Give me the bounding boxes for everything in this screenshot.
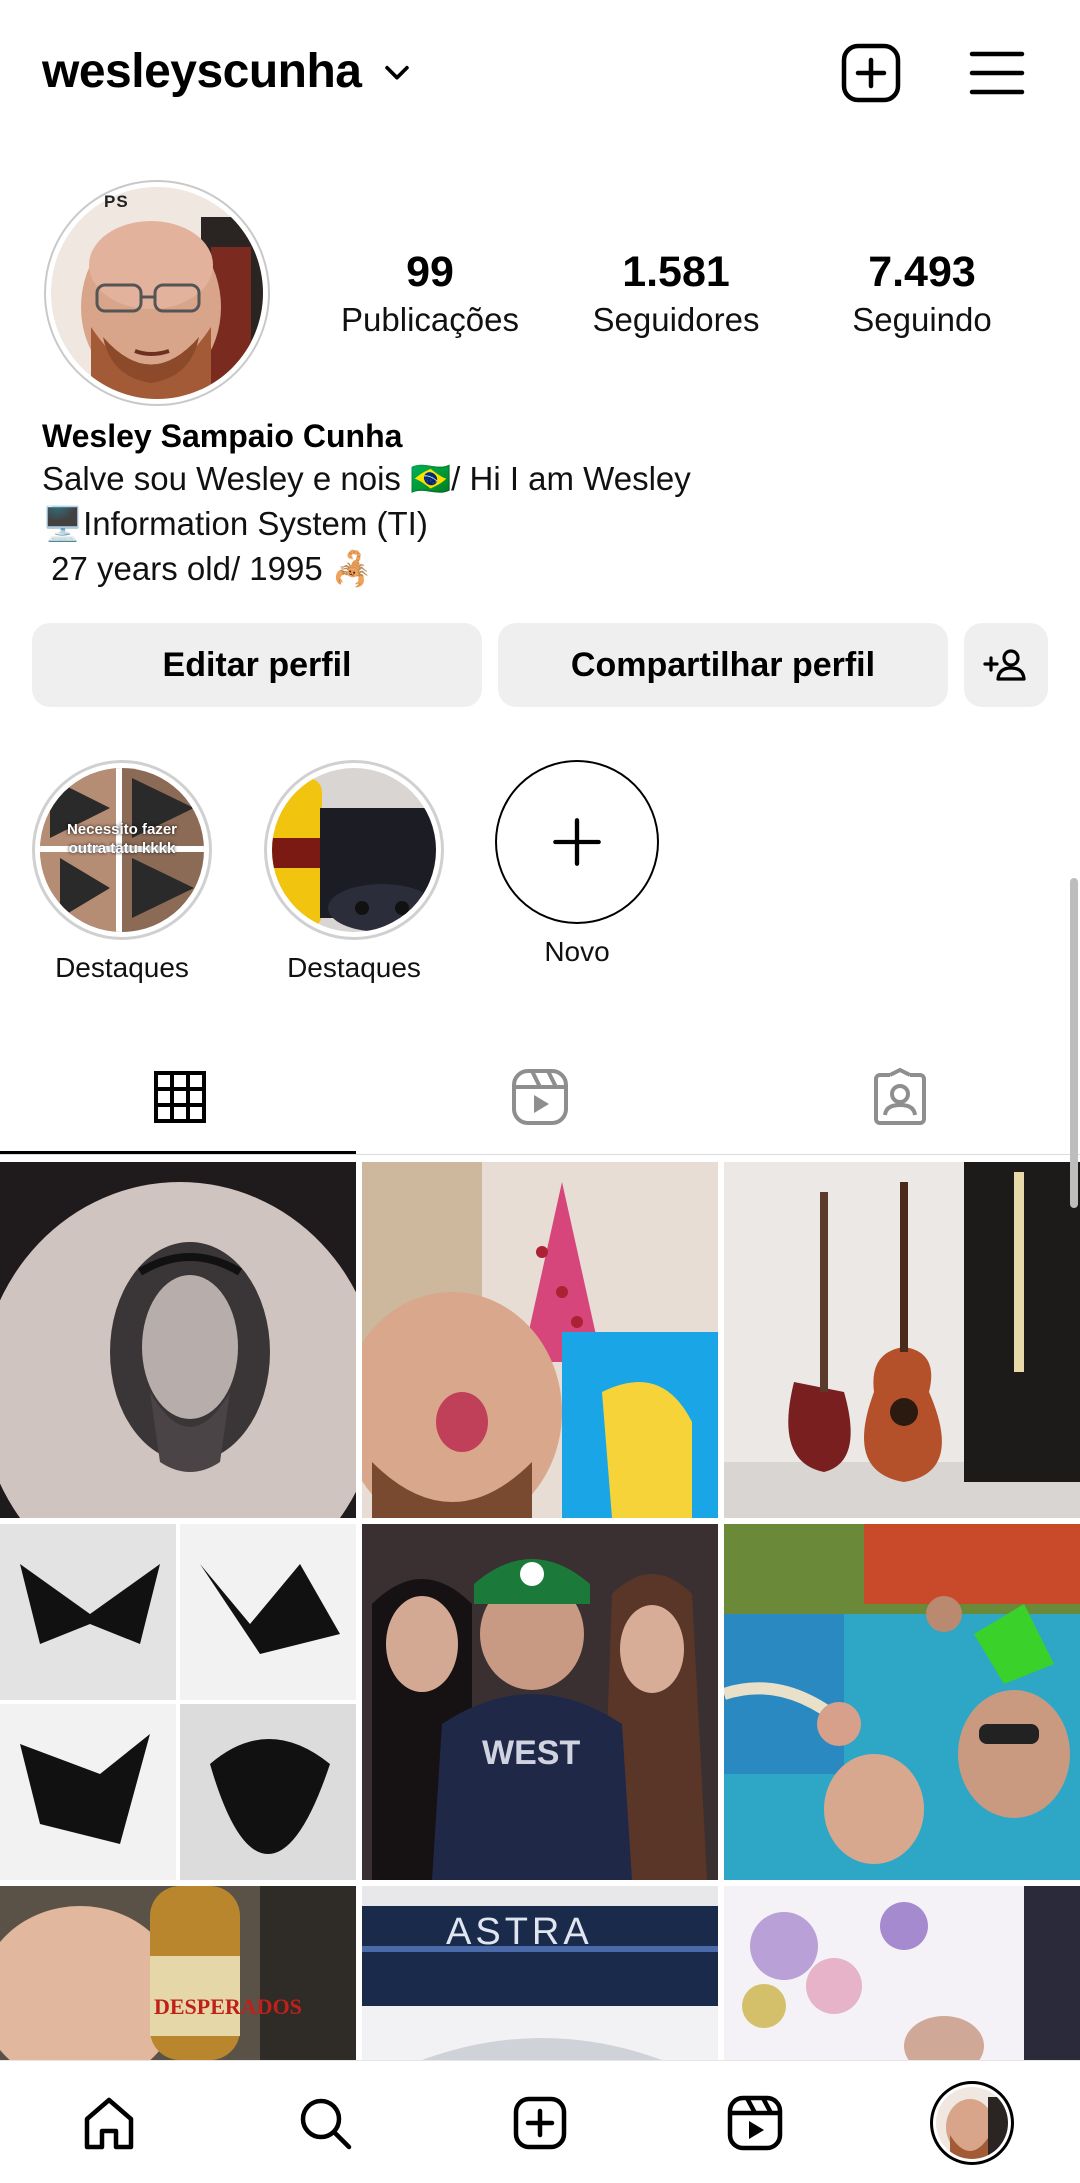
posts-count-label: Publicações (341, 301, 519, 338)
post-car-screen[interactable]: ASTRA (362, 1886, 718, 2060)
new-highlight-label: Novo (544, 936, 610, 967)
reels-icon (727, 2095, 783, 2151)
following-count-label: Seguindo (852, 301, 992, 338)
highlight-overlay-text: EISEN (274, 842, 320, 859)
edit-profile-button[interactable]: Editar perfil (32, 623, 482, 707)
nav-profile[interactable] (930, 2081, 1014, 2165)
hamburger-icon (969, 51, 1025, 95)
profile-username-switcher[interactable]: wesleyscunha (42, 44, 414, 99)
highlight-2[interactable]: EISEN Destaques (264, 760, 444, 984)
plus-icon (553, 818, 601, 866)
highlight-1[interactable]: Necessito fazer outra tatu kkkk Destaque… (32, 760, 212, 984)
nav-home[interactable] (74, 2088, 144, 2158)
tab-reels[interactable] (360, 1040, 720, 1154)
grid-icon (154, 1071, 206, 1123)
bio-line-1: Salve sou Wesley e nois 🇧🇷/ Hi I am Wesl… (42, 460, 691, 497)
followers-count-label: Seguidores (592, 301, 760, 338)
username-text: wesleyscunha (42, 45, 362, 98)
highlight-label: Destaques (287, 952, 421, 983)
posts-count-value: 99 (406, 248, 454, 296)
nav-reels[interactable] (720, 2088, 790, 2158)
post-friends-night[interactable]: WEST (362, 1524, 718, 1880)
share-profile-button[interactable]: Compartilhar perfil (498, 623, 948, 707)
home-icon (84, 2097, 134, 2150)
new-highlight-button[interactable]: Novo (492, 760, 662, 968)
plus-square-icon (841, 43, 901, 103)
tab-tagged[interactable] (720, 1040, 1080, 1154)
highlight-label: Destaques (55, 952, 189, 983)
profile-avatar-small (936, 2087, 1008, 2159)
following-count[interactable]: 7.493 Seguindo (812, 246, 1032, 342)
avatar-cap-text: PS (104, 192, 129, 211)
avatar-photo (51, 187, 263, 399)
highlight-overlay-text: Necessito fazer outra tatu kkkk (66, 821, 178, 857)
post-tattoo-designs[interactable] (0, 1524, 356, 1880)
post-selfie-simpsons[interactable] (362, 1162, 718, 1518)
post-flowers[interactable] (724, 1886, 1080, 2060)
svg-text:WEST: WEST (482, 1734, 580, 1772)
add-person-icon (983, 649, 1026, 681)
followers-count[interactable]: 1.581 Seguidores (566, 246, 786, 342)
post-tattoo-jesus[interactable] (0, 1162, 356, 1518)
post-beer-bottle[interactable]: DESPERADOS (0, 1886, 356, 2060)
new-post-button[interactable] (838, 40, 904, 106)
car-screen-text: ASTRA (446, 1911, 593, 1953)
bio-line-2: 🖥️Information System (TI) (42, 505, 428, 542)
nav-create[interactable] (505, 2088, 575, 2158)
post-guitars[interactable] (724, 1162, 1080, 1518)
nav-search[interactable] (290, 2088, 360, 2158)
profile-full-name: Wesley Sampaio Cunha (42, 418, 403, 454)
beer-label-text: DESPERADOS (154, 1994, 302, 2019)
tab-divider (0, 1154, 1080, 1155)
profile-avatar[interactable] (44, 180, 270, 406)
following-count-value: 7.493 (868, 248, 976, 296)
scrollbar[interactable] (1070, 878, 1078, 1208)
new-highlight-circle (495, 760, 659, 924)
chevron-down-icon (384, 65, 409, 80)
discover-people-button[interactable] (964, 623, 1048, 707)
bio-line-3: 27 years old/ 1995 🦂 (42, 550, 373, 587)
followers-count-value: 1.581 (622, 248, 730, 296)
post-pool-party[interactable] (724, 1524, 1080, 1880)
create-icon (513, 2096, 567, 2150)
posts-count[interactable]: 99 Publicações (320, 246, 540, 342)
tagged-icon (874, 1067, 926, 1125)
search-icon (300, 2098, 352, 2150)
menu-button[interactable] (964, 40, 1030, 106)
tab-posts-grid[interactable] (0, 1040, 360, 1154)
reels-icon (512, 1069, 568, 1125)
